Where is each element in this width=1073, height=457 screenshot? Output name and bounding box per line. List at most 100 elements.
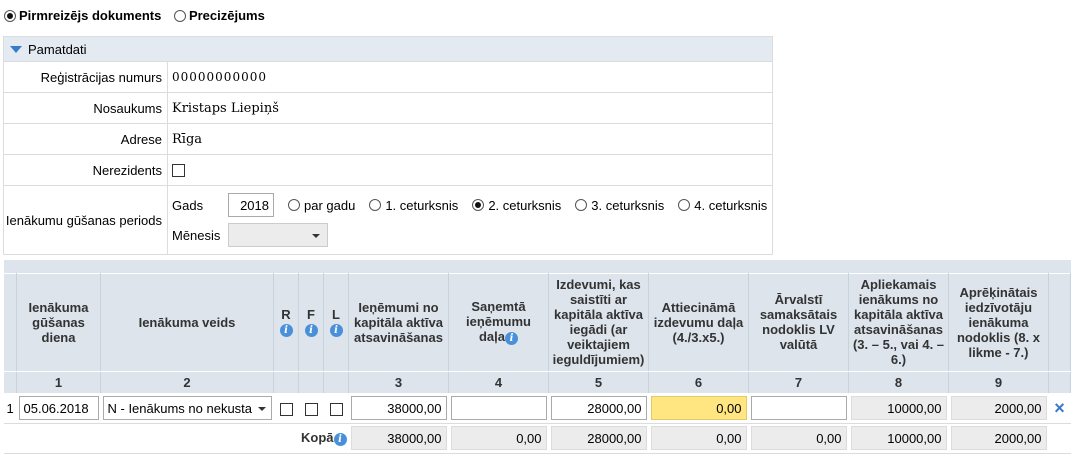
table-row: 1 05.06.2018 N - Ienākums no nekusta 380… bbox=[3, 393, 1071, 424]
num-r bbox=[273, 370, 299, 394]
reg-number-text: 00000000000 bbox=[172, 70, 267, 84]
address-value: Rīga bbox=[168, 124, 772, 154]
header-l-label: L bbox=[332, 306, 340, 322]
total-label: Kopā bbox=[301, 430, 334, 446]
period-option-q4[interactable]: 4. ceturksnis bbox=[678, 198, 767, 213]
col-number: 3 bbox=[348, 370, 449, 394]
c5-input[interactable]: 28000,00 bbox=[550, 396, 647, 420]
num-actions bbox=[1047, 370, 1072, 394]
radio-q3[interactable] bbox=[575, 199, 588, 211]
info-icon[interactable]: i bbox=[333, 432, 347, 446]
period-option-year-label: par gadu bbox=[304, 197, 356, 213]
col-number: 5 bbox=[548, 370, 649, 394]
grid-number-row: 1 2 3 4 5 6 7 8 9 bbox=[3, 370, 1072, 394]
col-number: 6 bbox=[648, 370, 749, 394]
doc-type-original-option[interactable]: Pirmreizējs dokuments bbox=[4, 8, 161, 23]
period-option-q1-label: 1. ceturksnis bbox=[385, 197, 459, 213]
year-line: Gads 2018 par gadu 1. ceturksnis 2. cetu… bbox=[172, 193, 767, 217]
period-option-year[interactable]: par gadu bbox=[288, 198, 355, 213]
total-c9: 2000,00 bbox=[950, 426, 1047, 450]
col-number: 7 bbox=[748, 370, 849, 394]
row-f-cell bbox=[298, 393, 324, 424]
month-label: Mēnesis bbox=[172, 227, 221, 243]
total-c3-cell: 38000,00 bbox=[348, 423, 449, 454]
info-icon[interactable]: i bbox=[329, 324, 343, 338]
grid-top-strip bbox=[3, 260, 1071, 273]
date-input[interactable]: 05.06.2018 bbox=[18, 396, 99, 420]
radio-year[interactable] bbox=[288, 199, 300, 211]
total-c9-cell: 2000,00 bbox=[948, 423, 1049, 454]
period-option-q4-label: 4. ceturksnis bbox=[694, 197, 768, 213]
row-c5-cell: 28000,00 bbox=[548, 393, 649, 424]
header-c3: Ieņēmumi no kapitāla aktīva atsavināšana… bbox=[348, 272, 449, 372]
period-option-q2-label: 2. ceturksnis bbox=[488, 197, 562, 213]
radio-q1[interactable] bbox=[369, 199, 382, 211]
month-select[interactable] bbox=[228, 223, 328, 247]
row-index: 1 bbox=[3, 393, 17, 424]
header-date: Ienākuma gūšanas diena bbox=[16, 272, 101, 372]
col-number: 1 bbox=[16, 370, 101, 394]
radio-correction[interactable] bbox=[173, 9, 186, 22]
period-option-q3[interactable]: 3. ceturksnis bbox=[575, 198, 664, 213]
f-checkbox[interactable] bbox=[304, 402, 318, 416]
col-number: 8 bbox=[848, 370, 949, 394]
row-c8-cell: 10000,00 bbox=[848, 393, 949, 424]
info-icon[interactable]: i bbox=[304, 324, 318, 338]
nonresident-checkbox[interactable] bbox=[172, 163, 185, 177]
total-c5-cell: 28000,00 bbox=[548, 423, 649, 454]
total-c5: 28000,00 bbox=[550, 426, 647, 450]
radio-original[interactable] bbox=[4, 9, 16, 22]
grid-header-row: Ienākuma gūšanas diena Ienākuma veids Ri… bbox=[3, 272, 1072, 372]
row-type-cell: N - Ienākums no nekusta bbox=[100, 393, 274, 424]
header-f-label: F bbox=[307, 306, 315, 322]
total-actions-cell bbox=[1048, 423, 1071, 454]
header-index bbox=[3, 272, 17, 372]
row-c4-cell bbox=[448, 393, 549, 424]
period-value: Gads 2018 par gadu 1. ceturksnis 2. cetu… bbox=[168, 186, 772, 254]
info-icon[interactable]: i bbox=[279, 324, 293, 338]
doc-type-correction-option[interactable]: Precizējums bbox=[173, 8, 265, 23]
year-input[interactable]: 2018 bbox=[228, 193, 274, 217]
col-number: 4 bbox=[448, 370, 549, 394]
c4-input[interactable] bbox=[450, 396, 547, 420]
nonresident-row: Nerezidents bbox=[4, 154, 772, 185]
l-checkbox[interactable] bbox=[329, 402, 343, 416]
total-c8-cell: 10000,00 bbox=[848, 423, 949, 454]
radio-q2[interactable] bbox=[472, 199, 485, 211]
header-f: Fi bbox=[298, 272, 324, 372]
name-value: Kristaps Liepiņš bbox=[168, 93, 772, 123]
period-option-q2[interactable]: 2. ceturksnis bbox=[472, 198, 561, 213]
header-l: Li bbox=[323, 272, 349, 372]
document-type-selector: Pirmreizējs dokuments Precizējums bbox=[4, 8, 274, 25]
total-c3: 38000,00 bbox=[350, 426, 447, 450]
c9-value: 2000,00 bbox=[950, 396, 1047, 420]
delete-row-icon[interactable]: × bbox=[1048, 393, 1071, 424]
radio-q4[interactable] bbox=[678, 199, 691, 211]
collapse-triangle-icon[interactable] bbox=[10, 45, 22, 53]
header-r: Ri bbox=[273, 272, 299, 372]
total-c7-cell: 0,00 bbox=[748, 423, 849, 454]
total-c4: 0,00 bbox=[450, 426, 547, 450]
nonresident-label: Nerezidents bbox=[4, 155, 168, 185]
c7-input[interactable] bbox=[750, 396, 847, 420]
period-option-q1[interactable]: 1. ceturksnis bbox=[369, 198, 458, 213]
total-c6: 0,00 bbox=[650, 426, 747, 450]
pamatdati-header[interactable]: Pamatdati bbox=[4, 37, 772, 61]
row-r-cell bbox=[273, 393, 299, 424]
period-row: Ienākumu gūšanas periods Gads 2018 par g… bbox=[4, 185, 772, 254]
col-number: 9 bbox=[948, 370, 1049, 394]
num-index bbox=[3, 370, 17, 394]
total-row: Kopā i 38000,00 0,00 28000,00 0,00 0,00 1… bbox=[3, 423, 1071, 454]
row-l-cell bbox=[323, 393, 349, 424]
info-icon[interactable]: i bbox=[505, 331, 518, 345]
income-type-select[interactable]: N - Ienākums no nekusta bbox=[102, 396, 272, 420]
header-c8: Apliekamais ienākums no kapitāla aktīva … bbox=[848, 272, 949, 372]
address-label: Adrese bbox=[4, 124, 168, 154]
pamatdati-title: Pamatdati bbox=[28, 41, 87, 57]
row-c9-cell: 2000,00 bbox=[948, 393, 1049, 424]
c3-input[interactable]: 38000,00 bbox=[350, 396, 447, 420]
total-c6-cell: 0,00 bbox=[648, 423, 749, 454]
period-label: Ienākumu gūšanas periods bbox=[4, 186, 168, 254]
r-checkbox[interactable] bbox=[279, 402, 293, 416]
name-row: Nosaukums Kristaps Liepiņš bbox=[4, 92, 772, 123]
